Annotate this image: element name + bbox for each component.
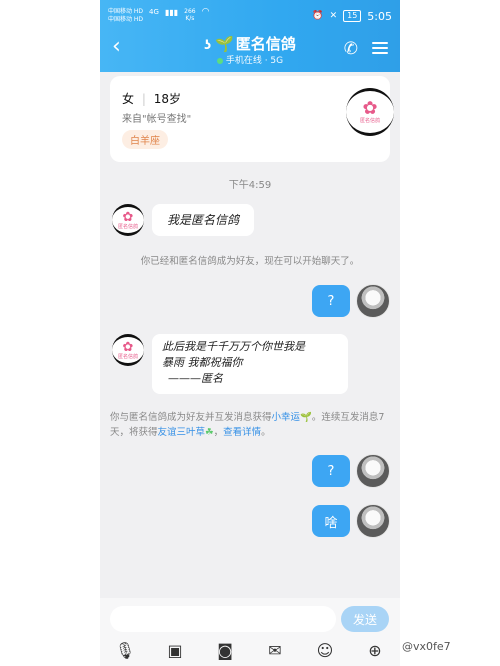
user-avatar[interactable] bbox=[356, 454, 390, 488]
message-line: ———匿名 bbox=[168, 372, 223, 385]
contact-avatar[interactable]: ✿ 匿名信鸽 bbox=[112, 334, 144, 366]
ear-mode-icon[interactable]: ʖ bbox=[204, 38, 211, 52]
back-button[interactable]: ‹ bbox=[112, 36, 121, 58]
speed-value: 266 bbox=[184, 8, 196, 15]
sprout-icon: 🌱 bbox=[300, 412, 312, 423]
contact-title-row[interactable]: ʖ 🌱 匿名信鸽 bbox=[150, 34, 350, 55]
friend-source: 来自"帐号查找" bbox=[122, 114, 192, 125]
avatar-logo-text: 匿名信鸽 bbox=[117, 223, 138, 230]
battery-indicator: 15 bbox=[343, 10, 362, 22]
online-status: 手机在线 · 5G bbox=[150, 55, 350, 67]
wifi-icon: ◠ bbox=[201, 7, 210, 17]
online-dot-icon bbox=[216, 57, 223, 64]
speed-unit: K/s bbox=[185, 15, 195, 22]
carrier-2: 中国移动 HD bbox=[108, 16, 144, 23]
status-bar: 中国移动 HD 中国移动 HD 4G ▮▮▮ 266 K/s ◠ ⏰ ✕ 15 … bbox=[108, 8, 392, 26]
flower-logo-icon: ✿ bbox=[122, 209, 134, 225]
message-bubble-outgoing[interactable]: ? bbox=[312, 285, 350, 317]
gender: 女 bbox=[122, 92, 135, 106]
online-status-text: 手机在线 · 5G bbox=[225, 56, 284, 66]
mic-icon[interactable]: 🎙 bbox=[113, 641, 137, 660]
system-text: 你与匿名信鸽成为好友并互发消息获得 bbox=[110, 412, 272, 423]
signal-icon: ▮▮▮ bbox=[164, 8, 179, 17]
clock: 5:05 bbox=[367, 9, 392, 23]
input-toolbar: 🎙 ▣ ◙ ✉ ☺ ⊕ bbox=[100, 638, 400, 662]
input-bar: 发送 🎙 ▣ ◙ ✉ ☺ ⊕ bbox=[100, 598, 400, 666]
message-line: 此后我是千千万万个你世我是 bbox=[162, 340, 305, 353]
message-line: 暴雨 我都祝福你 bbox=[162, 356, 243, 369]
camera-icon[interactable]: ◙ bbox=[213, 641, 237, 660]
flower-logo-icon: ✿ bbox=[122, 339, 134, 355]
message-input[interactable] bbox=[110, 606, 336, 632]
gender-age: 女 | 18岁 bbox=[122, 92, 181, 106]
network-type: 4G bbox=[149, 8, 159, 16]
avatar-logo-text: 匿名信鸽 bbox=[359, 118, 380, 124]
message-bubble-outgoing[interactable]: ? bbox=[312, 455, 350, 487]
contact-name: 匿名信鸽 bbox=[235, 35, 296, 53]
contact-avatar[interactable]: ✿ 匿名信鸽 bbox=[112, 204, 144, 236]
lucky-link[interactable]: 小幸运 bbox=[272, 412, 301, 423]
system-message: 你与匿名信鸽成为好友并互发消息获得小幸运🌱。连续互发消息7天，将获得友谊三叶草☘… bbox=[110, 410, 390, 440]
nav-bar: ‹ ʖ 🌱 匿名信鸽 手机在线 · 5G ✆ bbox=[100, 34, 400, 68]
phone-call-icon[interactable]: ✆ bbox=[344, 39, 358, 59]
message-bubble-outgoing[interactable]: 啥 bbox=[312, 505, 350, 537]
chat-timestamp: 下午4:59 bbox=[228, 180, 272, 191]
image-icon[interactable]: ▣ bbox=[163, 641, 187, 660]
flower-logo-icon: ✿ bbox=[362, 98, 378, 119]
user-avatar[interactable] bbox=[356, 504, 390, 538]
system-message: 你已经和匿名信鸽成为好友，现在可以开始聊天了。 bbox=[140, 256, 360, 267]
clover-icon: ☘ bbox=[205, 427, 214, 438]
zodiac-tag: 白羊座 bbox=[122, 130, 168, 149]
user-avatar[interactable] bbox=[356, 284, 390, 318]
age: 18岁 bbox=[153, 92, 181, 106]
contact-avatar[interactable]: ✿ 匿名信鸽 bbox=[346, 88, 394, 136]
chat-screen: 中国移动 HD 中国移动 HD 4G ▮▮▮ 266 K/s ◠ ⏰ ✕ 15 … bbox=[100, 0, 400, 666]
emoji-icon[interactable]: ☺ bbox=[313, 641, 337, 660]
silent-icon: ✕ bbox=[329, 10, 338, 21]
avatar-logo-text: 匿名信鸽 bbox=[117, 353, 138, 360]
red-packet-icon[interactable]: ✉ bbox=[263, 641, 287, 660]
header-bar: 中国移动 HD 中国移动 HD 4G ▮▮▮ 266 K/s ◠ ⏰ ✕ 15 … bbox=[100, 0, 400, 72]
plus-icon[interactable]: ⊕ bbox=[363, 641, 387, 660]
system-text: ， bbox=[213, 427, 224, 438]
clover-link[interactable]: 友谊三叶草 bbox=[158, 427, 206, 438]
leaf-icon: 🌱 bbox=[215, 35, 234, 53]
view-details-link[interactable]: 查看详情 bbox=[223, 427, 261, 438]
send-button[interactable]: 发送 bbox=[341, 606, 389, 632]
carrier-1: 中国移动 HD bbox=[108, 8, 144, 15]
message-bubble-incoming[interactable]: 我是匿名信鸽 bbox=[152, 204, 254, 236]
watermark: @vx0fe7 bbox=[402, 640, 451, 653]
alarm-icon: ⏰ bbox=[312, 10, 324, 21]
profile-card[interactable]: 女 | 18岁 来自"帐号查找" 白羊座 ✿ 匿名信鸽 bbox=[110, 76, 394, 162]
system-text: 。 bbox=[261, 427, 271, 438]
menu-icon[interactable] bbox=[372, 42, 388, 55]
message-bubble-incoming[interactable]: 此后我是千千万万个你世我是 暴雨 我都祝福你 ———匿名 bbox=[152, 334, 348, 394]
